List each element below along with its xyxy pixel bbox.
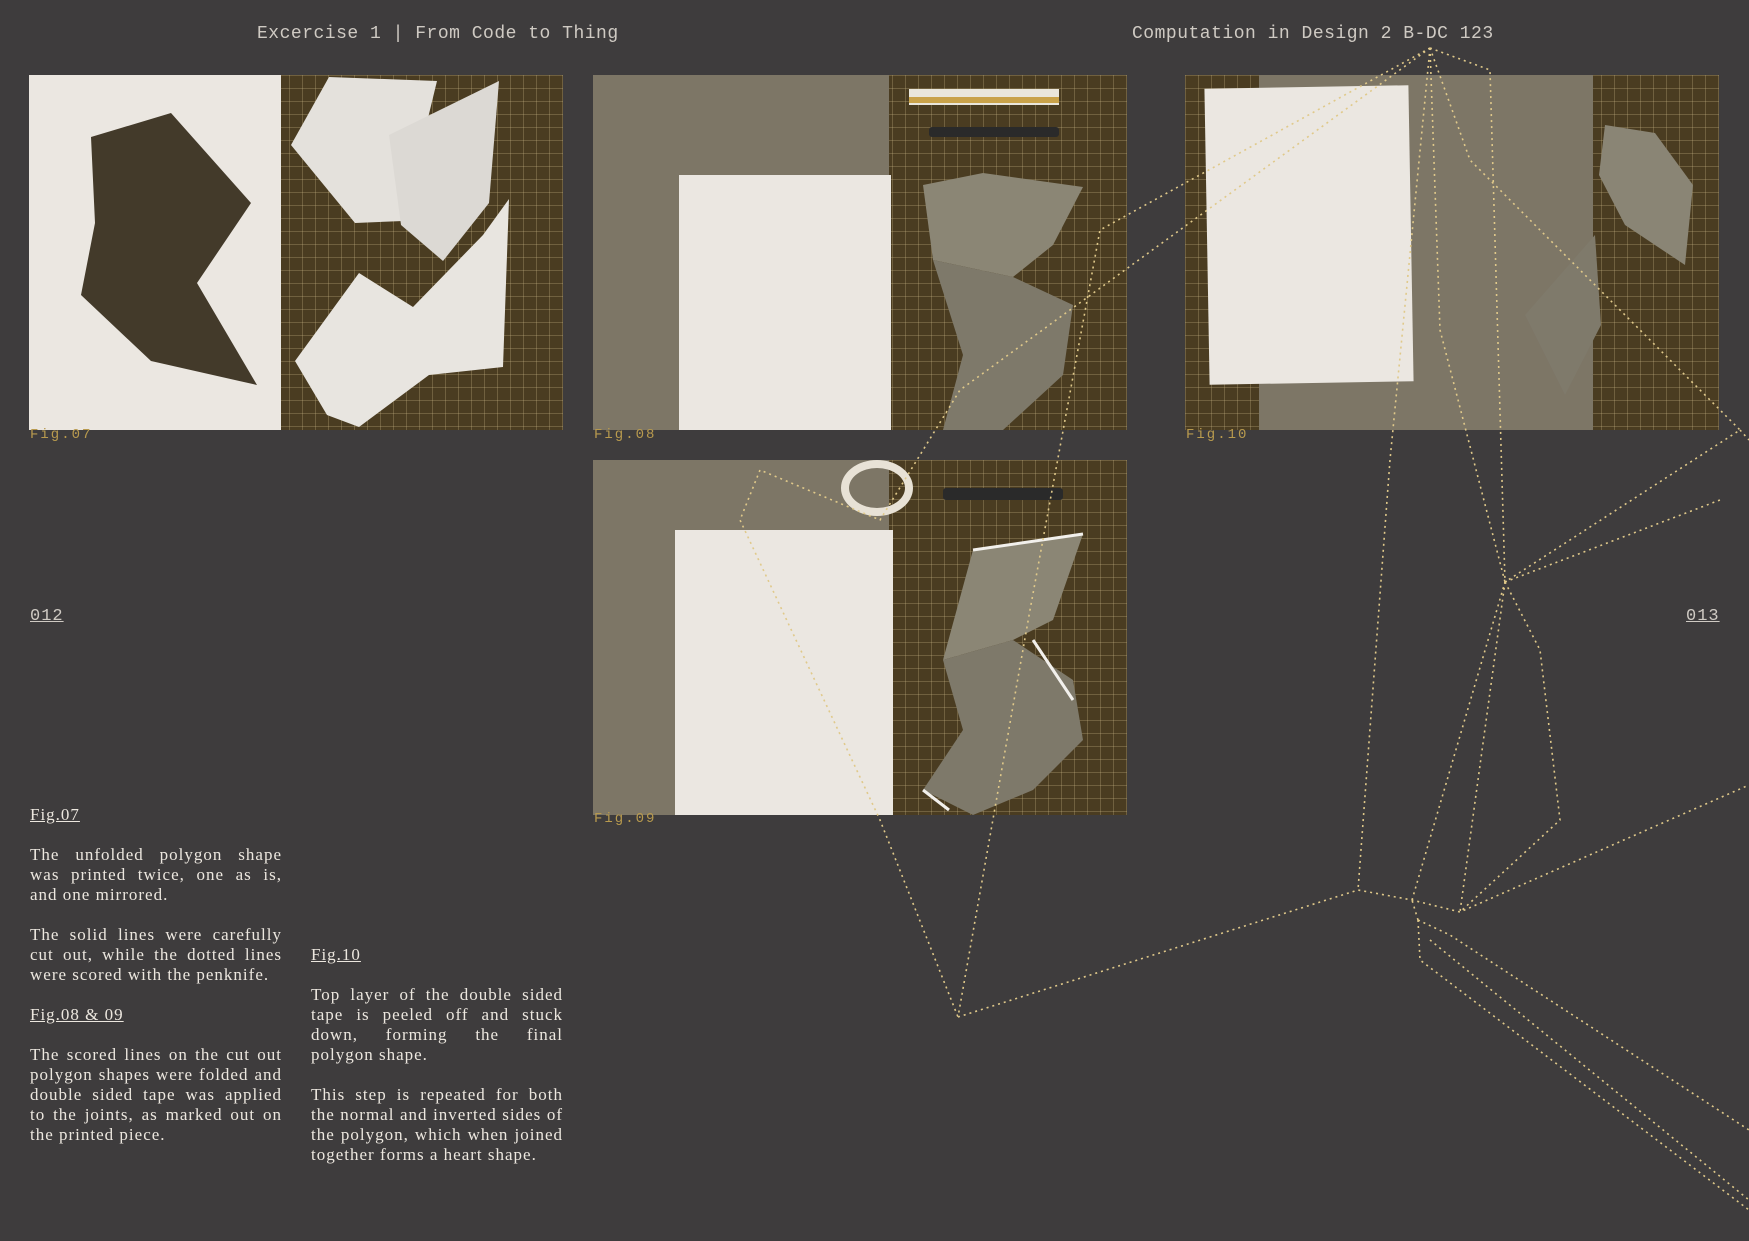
photo-fig07 (29, 75, 563, 430)
caption-column-1: Fig.07 The unfolded polygon shape was pr… (30, 805, 282, 1165)
figure-label-fig08: Fig.08 (594, 427, 657, 443)
caption-title-fig08-09: Fig.08 & 09 (30, 1005, 124, 1024)
caption-title-fig10: Fig.10 (311, 945, 361, 964)
page-header-left: Excercise 1 | From Code to Thing (257, 24, 619, 44)
page-number-left: 012 (30, 607, 64, 626)
figure-label-fig10: Fig.10 (1186, 427, 1249, 443)
page-header-right: Computation in Design 2 B-DC 123 (1132, 24, 1494, 44)
photo-fig10 (1185, 75, 1719, 430)
caption-paragraph: The solid lines were carefully cut out, … (30, 925, 282, 984)
photo-fig09 (593, 460, 1127, 815)
page-number-right: 013 (1686, 607, 1720, 626)
figure-label-fig09: Fig.09 (594, 811, 657, 827)
caption-paragraph: The scored lines on the cut out polygon … (30, 1045, 282, 1144)
caption-paragraph: This step is repeated for both the norma… (311, 1085, 563, 1164)
caption-column-2: Fig.10 Top layer of the double sided tap… (311, 945, 563, 1185)
photo-fig08 (593, 75, 1127, 430)
caption-paragraph: The unfolded polygon shape was printed t… (30, 845, 282, 904)
caption-title-fig07: Fig.07 (30, 805, 80, 824)
caption-paragraph: Top layer of the double sided tape is pe… (311, 985, 563, 1064)
figure-label-fig07: Fig.07 (30, 427, 93, 443)
